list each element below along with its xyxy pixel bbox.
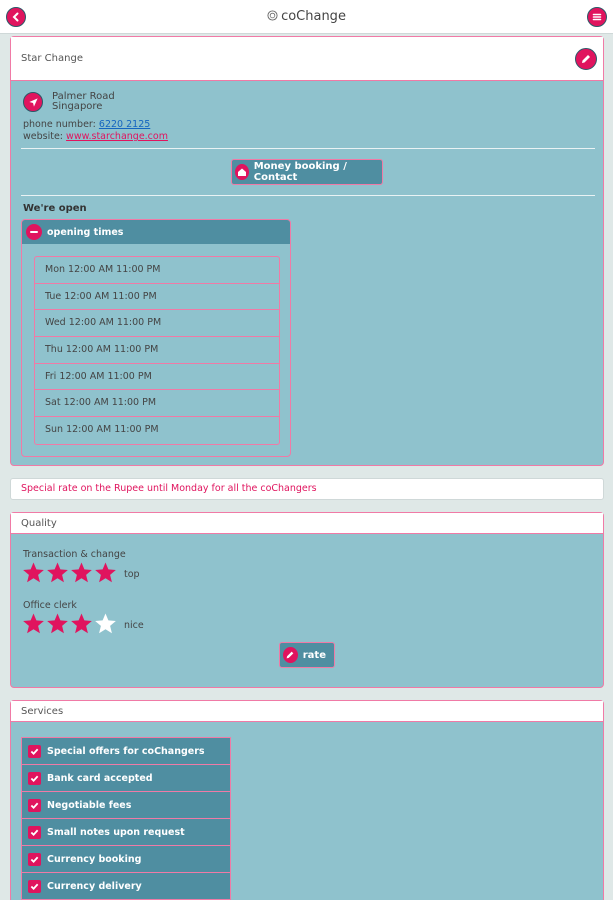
- hours-row: Sat 12:00 AM 11:00 PM: [35, 390, 279, 418]
- checkbox-checked-icon: [28, 825, 41, 839]
- hours-row: Mon 12:00 AM 11:00 PM: [35, 257, 279, 284]
- website-label: website:: [23, 131, 64, 142]
- star-filled-icon: [95, 562, 116, 583]
- star-filled-icon: [23, 562, 44, 583]
- service-item: Bank card accepted: [22, 765, 230, 792]
- contact-info: phone number: 6220 2125 website: www.sta…: [23, 119, 168, 143]
- shop-header: Star Change: [11, 37, 603, 81]
- address-line2: Singapore: [52, 101, 103, 112]
- service-label: Currency booking: [47, 853, 142, 865]
- hours-row: Sun 12:00 AM 11:00 PM: [45, 424, 159, 436]
- opening-times-section: opening times Mon 12:00 AM 11:00 PM Tue …: [21, 219, 291, 457]
- rating-stars: nice: [22, 612, 144, 639]
- app-title: coChange: [0, 9, 613, 25]
- services-panel: Services Special offers for coChangers B…: [10, 700, 604, 900]
- shop-name: Star Change: [21, 53, 83, 64]
- divider: [21, 148, 595, 149]
- rate-label: rate: [302, 649, 326, 661]
- rating-word: top: [124, 569, 140, 580]
- quality-panel: Quality Transaction & change top Office …: [10, 512, 604, 688]
- star-empty-icon: [95, 613, 116, 634]
- star-filled-icon: [71, 562, 92, 583]
- checkbox-checked-icon: [28, 852, 41, 866]
- pencil-icon: [582, 55, 590, 63]
- navigation-icon[interactable]: [23, 92, 43, 112]
- home-icon: [235, 164, 249, 180]
- rating-label: Office clerk: [23, 600, 77, 611]
- opening-times-toggle[interactable]: opening times: [22, 220, 290, 244]
- phone-label: phone number:: [23, 119, 96, 130]
- quality-header: Quality: [11, 513, 603, 534]
- address: Palmer Road Singapore: [52, 92, 115, 112]
- edit-button[interactable]: [575, 48, 597, 70]
- star-filled-icon: [71, 613, 92, 634]
- star-filled-icon: [47, 562, 68, 583]
- minus-icon: [26, 224, 42, 240]
- open-status: We're open: [23, 203, 87, 214]
- hours-row: Wed 12:00 AM 11:00 PM: [35, 310, 279, 338]
- checkbox-checked-icon: [28, 744, 41, 758]
- hours-row: Tue 12:00 AM 11:00 PM: [35, 284, 279, 311]
- service-label: Currency delivery: [47, 880, 142, 892]
- service-label: Small notes upon request: [47, 826, 185, 838]
- service-item: Small notes upon request: [22, 819, 230, 846]
- divider: [21, 195, 595, 196]
- shop-panel: Star Change Palmer Road Singapore phone …: [10, 36, 604, 466]
- cochange-logo-icon: [267, 10, 278, 25]
- checkbox-checked-icon: [28, 879, 41, 893]
- checkbox-checked-icon: [28, 771, 41, 785]
- menu-button[interactable]: [587, 7, 607, 27]
- money-booking-button[interactable]: Money booking / Contact: [231, 159, 383, 185]
- rate-button[interactable]: rate: [279, 642, 335, 668]
- checkbox-checked-icon: [28, 798, 41, 812]
- promo-banner: Special rate on the Rupee until Monday f…: [10, 478, 604, 500]
- opening-times-label: opening times: [47, 226, 124, 238]
- top-bar: coChange: [0, 0, 613, 34]
- money-booking-label: Money booking / Contact: [253, 161, 347, 183]
- star-filled-icon: [47, 613, 68, 634]
- rating-word: nice: [124, 620, 144, 631]
- star-filled-icon: [23, 613, 44, 634]
- service-label: Special offers for coChangers: [47, 745, 205, 757]
- hamburger-icon: [592, 13, 602, 21]
- services-header: Services: [11, 701, 603, 722]
- opening-hours-list: Mon 12:00 AM 11:00 PM Tue 12:00 AM 11:00…: [34, 256, 280, 445]
- hours-row: Thu 12:00 AM 11:00 PM: [35, 337, 279, 364]
- service-item: Currency booking: [22, 846, 230, 873]
- rating-label: Transaction & change: [23, 549, 126, 560]
- phone-link[interactable]: 6220 2125: [99, 119, 150, 130]
- rating-stars: top: [22, 561, 140, 588]
- app-title-text: coChange: [281, 9, 346, 24]
- service-label: Negotiable fees: [47, 799, 132, 811]
- pencil-icon: [283, 647, 298, 663]
- website-link[interactable]: www.starchange.com: [66, 131, 168, 142]
- hours-row: Fri 12:00 AM 11:00 PM: [35, 364, 279, 391]
- service-item: Currency delivery: [22, 873, 230, 900]
- services-list: Special offers for coChangers Bank card …: [21, 737, 231, 900]
- service-item: Special offers for coChangers: [22, 738, 230, 765]
- service-label: Bank card accepted: [47, 772, 153, 784]
- service-item: Negotiable fees: [22, 792, 230, 819]
